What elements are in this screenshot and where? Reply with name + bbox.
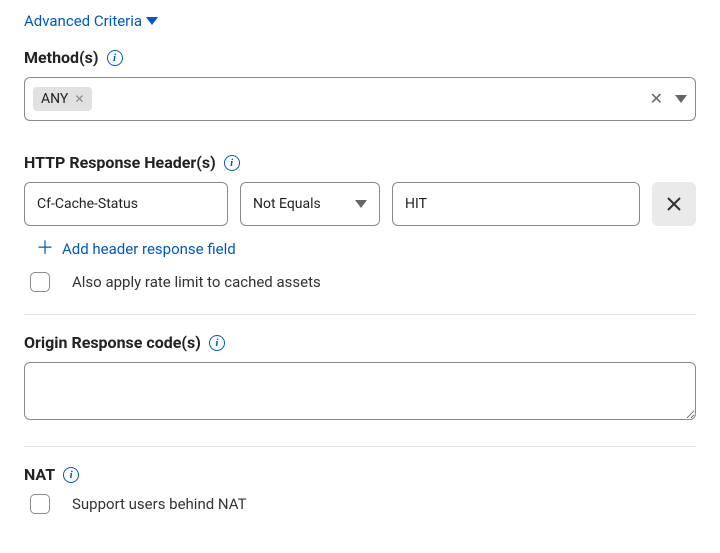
methods-label-row: Method(s) i (24, 48, 696, 67)
header-name-input[interactable] (24, 182, 228, 226)
caret-down-icon (146, 17, 158, 25)
nat-label: NAT (24, 465, 55, 484)
origin-codes-label: Origin Response code(s) (24, 333, 201, 352)
plus-icon: ＋ (36, 240, 54, 258)
methods-label: Method(s) (24, 48, 99, 67)
dropdown-icon[interactable] (675, 95, 687, 103)
cached-assets-label: Also apply rate limit to cached assets (72, 273, 321, 291)
header-value-input[interactable] (392, 182, 640, 226)
http-headers-label-row: HTTP Response Header(s) i (24, 153, 696, 172)
info-icon[interactable]: i (63, 467, 79, 483)
nat-support-label: Support users behind NAT (72, 495, 247, 513)
nat-support-row: Support users behind NAT (24, 494, 696, 514)
chip-remove-icon[interactable]: ✕ (74, 93, 84, 105)
info-icon[interactable]: i (107, 50, 123, 66)
close-icon (665, 195, 683, 213)
chevron-down-icon (355, 200, 367, 208)
header-rule-row: Not Equals (24, 182, 696, 226)
header-operator-select[interactable]: Not Equals (240, 182, 380, 226)
divider (24, 314, 696, 315)
advanced-criteria-label: Advanced Criteria (24, 12, 142, 30)
multiselect-controls: ✕ (650, 91, 687, 107)
add-header-field-link[interactable]: ＋ Add header response field (24, 240, 236, 258)
http-headers-label: HTTP Response Header(s) (24, 153, 216, 172)
method-chip-label: ANY (41, 91, 68, 107)
info-icon[interactable]: i (224, 155, 240, 171)
method-chip: ANY ✕ (33, 87, 92, 111)
remove-header-row-button[interactable] (652, 182, 696, 226)
nat-label-row: NAT i (24, 465, 696, 484)
methods-multiselect[interactable]: ANY ✕ ✕ (24, 77, 696, 121)
cached-assets-checkbox[interactable] (30, 272, 50, 292)
info-icon[interactable]: i (209, 335, 225, 351)
origin-codes-label-row: Origin Response code(s) i (24, 333, 696, 352)
advanced-criteria-toggle[interactable]: Advanced Criteria (24, 12, 158, 30)
header-operator-value: Not Equals (253, 196, 321, 212)
add-header-label: Add header response field (62, 240, 236, 258)
divider (24, 446, 696, 447)
cached-assets-row: Also apply rate limit to cached assets (24, 272, 696, 292)
clear-all-icon[interactable]: ✕ (650, 91, 663, 107)
nat-support-checkbox[interactable] (30, 494, 50, 514)
origin-codes-input[interactable] (24, 362, 696, 420)
